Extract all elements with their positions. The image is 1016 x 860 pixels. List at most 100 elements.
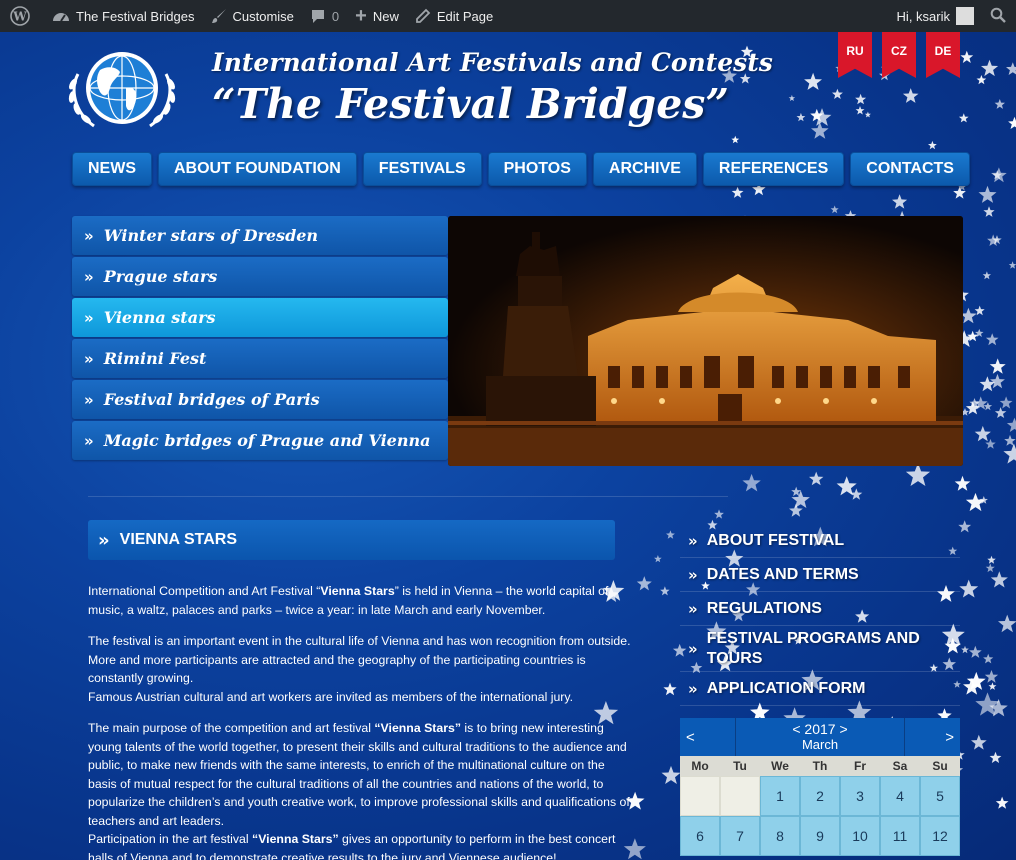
star-decoration: [714, 509, 724, 519]
star-decoration: [731, 186, 744, 198]
star-decoration: [892, 194, 908, 209]
star-decoration: [994, 99, 1005, 109]
calendar-weekday: Su: [932, 759, 948, 773]
side-menu-label: ABOUT FESTIVAL: [706, 531, 845, 549]
paintbrush-icon: [211, 8, 227, 24]
calendar-weekday: Mo: [691, 759, 709, 773]
star-decoration: [809, 471, 824, 486]
site-name-link[interactable]: The Festival Bridges: [44, 0, 203, 32]
festival-item-vienna-stars[interactable]: » Vienna stars: [72, 298, 448, 337]
festival-item-winter-stars-of-dresden[interactable]: » Winter stars of Dresden: [72, 216, 448, 255]
nav-references[interactable]: REFERENCES: [702, 152, 845, 186]
festival-item-prague-stars[interactable]: » Prague stars: [72, 257, 448, 296]
edit-page-link[interactable]: Edit Page: [407, 0, 501, 32]
calendar-day[interactable]: 1: [760, 776, 800, 816]
new-label: New: [372, 8, 399, 24]
double-chevron-right-icon: »: [688, 531, 698, 550]
star-decoration: [971, 734, 987, 750]
nav-news[interactable]: NEWS: [72, 152, 152, 186]
side-menu-programs-and-tours[interactable]: » FESTIVAL PROGRAMS AND TOURS: [680, 626, 960, 672]
site-title: “The Festival Bridges”: [212, 80, 729, 128]
nav-contacts[interactable]: CONTACTS: [850, 152, 970, 186]
calendar-day[interactable]: 3: [840, 776, 880, 816]
calendar-day[interactable]: 8: [760, 816, 800, 856]
nav-photos[interactable]: PHOTOS: [487, 152, 587, 186]
star-decoration: [663, 682, 677, 696]
calendar-weekday: Th: [812, 759, 828, 773]
star-decoration: [1003, 443, 1016, 464]
calendar-day[interactable]: 6: [680, 816, 720, 856]
star-decoration: [864, 111, 871, 118]
side-menu-regulations[interactable]: » REGULATIONS: [680, 592, 960, 626]
star-decoration: [812, 108, 832, 126]
star-decoration: [836, 476, 857, 496]
double-chevron-right-icon: »: [688, 565, 698, 584]
calendar-weekdays: Mo Tu We Th Fr Sa Su: [680, 756, 960, 776]
admin-search-button[interactable]: [982, 0, 1016, 32]
wordpress-logo-button[interactable]: W: [0, 0, 44, 32]
nav-archive[interactable]: ARCHIVE: [592, 152, 697, 186]
star-decoration: [1008, 261, 1016, 269]
customise-link[interactable]: Customise: [203, 0, 302, 32]
new-content-link[interactable]: + New: [347, 0, 407, 32]
double-chevron-right-icon: »: [84, 390, 94, 409]
star-decoration: [788, 94, 796, 101]
star-decoration: [985, 333, 999, 346]
star-decoration: [959, 579, 979, 598]
calendar-empty-cell: [680, 776, 720, 816]
calendar-prev-month-button[interactable]: <: [680, 718, 736, 756]
star-decoration: [636, 576, 652, 591]
calendar-day[interactable]: 9: [800, 816, 840, 856]
star-decoration: [1008, 116, 1016, 129]
nav-festivals[interactable]: FESTIVALS: [362, 152, 482, 186]
festival-item-festival-bridges-of-paris[interactable]: » Festival bridges of Paris: [72, 380, 448, 419]
side-menu-dates-and-terms[interactable]: » DATES AND TERMS: [680, 558, 960, 592]
account-menu[interactable]: Hi, ksarik: [889, 0, 982, 32]
star-decoration: [660, 586, 670, 596]
hero-image-opera-house: [448, 216, 963, 466]
star-decoration: [982, 271, 991, 280]
calendar-day[interactable]: 7: [720, 816, 760, 856]
festival-item-rimini-fest[interactable]: » Rimini Fest: [72, 339, 448, 378]
festival-item-label: Festival bridges of Paris: [103, 390, 320, 409]
star-decoration: [998, 614, 1016, 633]
search-icon: [990, 7, 1006, 26]
calendar-day[interactable]: 4: [880, 776, 920, 816]
star-decoration: [994, 407, 1007, 418]
star-decoration: [830, 205, 839, 214]
calendar-day[interactable]: 12: [920, 816, 960, 856]
wordpress-icon: W: [10, 6, 30, 26]
article-body: International Competition and Art Festiv…: [88, 582, 633, 860]
star-decoration: [731, 135, 740, 144]
site-logo[interactable]: [64, 44, 180, 134]
star-decoration: [661, 765, 681, 784]
greeting-label: Hi, ksarik: [896, 8, 950, 24]
article-paragraph: International Competition and Art Festiv…: [88, 584, 609, 617]
double-chevron-right-icon: »: [98, 529, 110, 551]
star-decoration: [796, 112, 806, 122]
calendar-next-month-button[interactable]: >: [904, 718, 960, 756]
star-decoration: [987, 555, 996, 564]
page-title-bar: » VIENNA STARS: [88, 520, 615, 560]
calendar-day[interactable]: 11: [880, 816, 920, 856]
dashboard-gauge-icon: [52, 8, 70, 24]
festival-item-label: Prague stars: [103, 267, 218, 286]
comment-bubble-icon: [310, 8, 326, 24]
calendar-day[interactable]: 5: [920, 776, 960, 816]
article-paragraph: Participation in the art festival “Vienn…: [88, 832, 616, 860]
star-decoration: [990, 373, 1005, 389]
article-paragraph: The main purpose of the competition and …: [88, 721, 630, 828]
calendar-day[interactable]: 2: [800, 776, 840, 816]
star-decoration: [958, 113, 969, 123]
star-decoration: [974, 425, 991, 442]
plus-icon: +: [355, 4, 367, 27]
calendar-day[interactable]: 10: [840, 816, 880, 856]
festival-item-magic-bridges[interactable]: » Magic bridges of Prague and Vienna: [72, 421, 448, 460]
star-decoration: [654, 555, 662, 563]
calendar-days-grid: 1 2 3 4 5 6 7 8 9 10 11 12: [680, 776, 960, 856]
comments-link[interactable]: 0: [302, 0, 347, 32]
nav-about-foundation[interactable]: ABOUT FOUNDATION: [158, 152, 357, 186]
side-menu-about-festival[interactable]: » ABOUT FESTIVAL: [680, 524, 960, 558]
calendar-year-switcher[interactable]: < 2017 >: [736, 722, 904, 737]
side-menu-application-form[interactable]: » APPLICATION FORM: [680, 672, 960, 706]
